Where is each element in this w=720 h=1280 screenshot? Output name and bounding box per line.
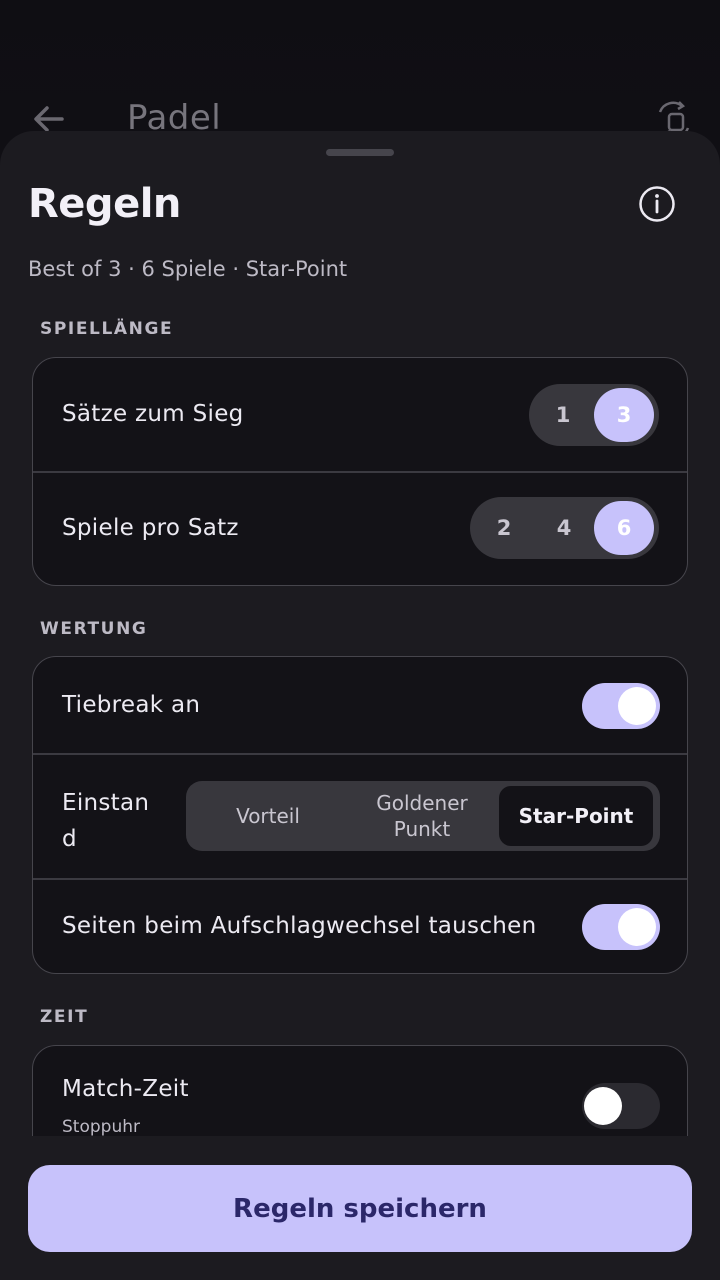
card-spiellaenge: Sätze zum Sieg 1 3 Spiele pro Satz 2 4 6 [32,357,688,586]
section-label-zeit: ZEIT [40,1007,89,1027]
seiten-label: Seiten beim Aufschlagwechsel tauschen [62,913,537,939]
match-zeit-toggle[interactable] [582,1083,660,1129]
section-label-wertung: WERTUNG [40,619,148,639]
match-zeit-sublabel: Stoppuhr [62,1117,140,1137]
toggle-knob [618,908,656,946]
row-seiten-tauschen: Seiten beim Aufschlagwechsel tauschen [33,879,687,973]
toggle-knob [584,1087,622,1125]
einstand-option-vorteil[interactable]: Vorteil [191,786,345,846]
einstand-label: Einstan d [62,785,149,857]
einstand-selector: Vorteil Goldener Punkt Star-Point [186,781,660,851]
spiele-label: Spiele pro Satz [62,515,239,541]
bottom-action-bar: Regeln speichern [0,1136,720,1280]
sheet-title: Regeln [28,181,181,227]
tiebreak-label: Tiebreak an [62,692,201,718]
row-tiebreak: Tiebreak an [33,657,687,753]
spiele-option-6[interactable]: 6 [594,501,654,555]
drag-handle[interactable] [326,149,394,156]
spiele-option-2[interactable]: 2 [474,501,534,555]
einstand-label-line2: d [62,826,77,852]
row-saetze-zum-sieg: Sätze zum Sieg 1 3 [33,358,687,471]
rules-summary: Best of 3 · 6 Spiele · Star-Point [28,257,348,281]
saetze-option-3[interactable]: 3 [594,388,654,442]
info-icon[interactable] [638,185,676,223]
rules-bottom-sheet: Regeln Best of 3 · 6 Spiele · Star-Point… [0,131,720,1280]
spiele-option-4[interactable]: 4 [534,501,594,555]
einstand-label-line1: Einstan [62,790,150,816]
tiebreak-toggle[interactable] [582,683,660,729]
card-wertung: Tiebreak an Einstan d Vorteil Goldener P… [32,656,688,974]
save-rules-button[interactable]: Regeln speichern [28,1165,692,1252]
saetze-label: Sätze zum Sieg [62,401,244,427]
saetze-selector: 1 3 [529,384,659,446]
spiele-selector: 2 4 6 [470,497,659,559]
section-label-spiellaenge: SPIELLÄNGE [40,319,174,339]
match-zeit-label: Match-Zeit [62,1076,189,1102]
row-spiele-pro-satz: Spiele pro Satz 2 4 6 [33,472,687,585]
toggle-knob [618,687,656,725]
seiten-toggle[interactable] [582,904,660,950]
einstand-option-goldener-punkt[interactable]: Goldener Punkt [345,786,499,846]
einstand-option-star-point[interactable]: Star-Point [499,786,653,846]
row-einstand: Einstan d Vorteil Goldener Punkt Star-Po… [33,754,687,878]
saetze-option-1[interactable]: 1 [533,388,593,442]
